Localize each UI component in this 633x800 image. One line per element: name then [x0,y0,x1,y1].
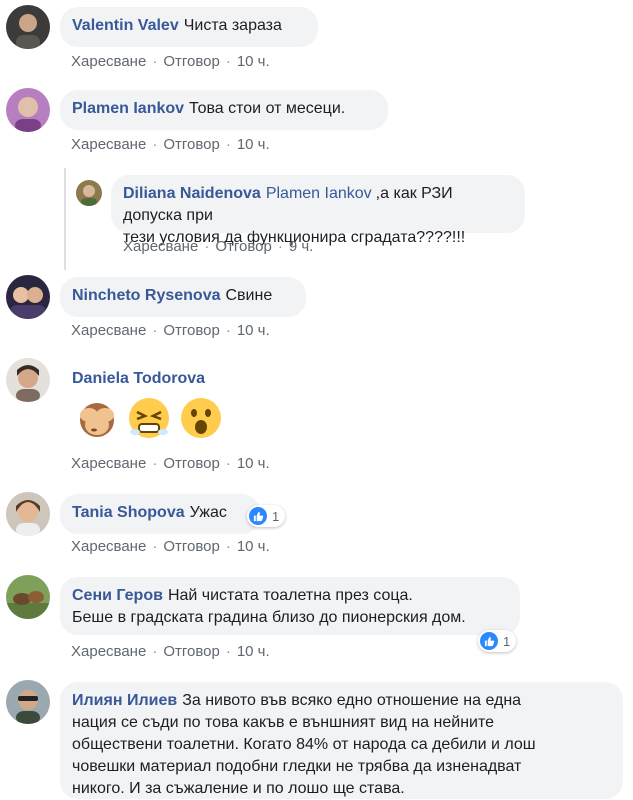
comment-text: обществени тоалетни. Когато 84% от народ… [72,736,536,753]
comment-actions: Харесване · Отговор · 10 ч. [71,322,270,339]
separator: · [204,238,210,255]
comment-text: Свине [225,287,273,304]
separator: · [225,136,231,153]
mention-link[interactable]: Plamen Iankov [266,185,372,202]
comment-line-1: Илиян Илиев За нивото във всяко едно отно… [72,690,611,712]
comment-actions: Харесване · Отговор · 9 ч. [123,238,313,255]
reply-link[interactable]: Отговор [163,643,220,660]
separator: · [152,136,158,153]
persevering-face-icon [129,398,169,438]
comment-time[interactable]: 10 ч. [237,538,270,555]
reply-link[interactable]: Отговор [215,238,272,255]
reply-link[interactable]: Отговор [163,538,220,555]
comment-text: Най чистата тоалетна през соца. [167,587,413,604]
comment-bubble: Valentin Valev Чиста зараза [60,7,318,47]
separator: · [277,238,283,255]
comment-bubble: Илиян Илиев За нивото във всяко едно отно… [60,682,623,799]
like-link[interactable]: Харесване [71,322,146,339]
comment-time[interactable]: 10 ч. [237,322,270,339]
separator: · [152,322,158,339]
avatar[interactable] [76,180,102,206]
comment-line-1: Сени Геров Най чистата тоалетна през соца… [72,585,508,607]
reply-thread-line [64,168,66,270]
avatar[interactable] [6,492,50,536]
comment-actions: Харесване · Отговор · 10 ч. [71,53,270,70]
comment-text: Чиста зараза [183,17,282,34]
comment-bubble: Plamen Iankov Това стои от месеци. [60,90,388,130]
separator: · [225,538,231,555]
comment-author[interactable]: Илиян Илиев [72,692,177,709]
avatar[interactable] [6,88,50,132]
comment-author[interactable]: Valentin Valev [72,17,179,34]
like-link[interactable]: Харесване [71,455,146,472]
comment-text: човешки материал подобни гледки не трябв… [72,758,522,775]
separator: · [225,643,231,660]
comment-bubble: Tania Shopova Ужас [60,494,260,534]
separator: · [225,53,231,70]
astonished-face-icon [181,398,221,438]
comment-actions: Харесване · Отговор · 10 ч. [71,643,270,660]
like-reaction-icon [480,632,498,650]
like-link[interactable]: Харесване [71,136,146,153]
separator: · [152,455,158,472]
comment-time[interactable]: 10 ч. [237,136,270,153]
comment-bubble: Nincheto Rysenova Свине [60,277,306,317]
separator: · [152,53,158,70]
reply-link[interactable]: Отговор [163,53,220,70]
see-no-evil-monkey-icon [80,403,114,437]
reaction-summary[interactable]: 1 [478,630,517,652]
separator: · [225,322,231,339]
comment-text: Това стои от месеци. [189,100,346,117]
avatar[interactable] [6,680,50,724]
reply-link[interactable]: Отговор [163,136,220,153]
comment-time[interactable]: 10 ч. [237,643,270,660]
avatar[interactable] [6,358,50,402]
comment-actions: Харесване · Отговор · 10 ч. [71,538,270,555]
comment-time[interactable]: 10 ч. [237,455,270,472]
avatar[interactable] [6,575,50,619]
like-link[interactable]: Харесване [123,238,198,255]
comment-author[interactable]: Nincheto Rysenova [72,287,220,304]
comment-author[interactable]: Сени Геров [72,587,163,604]
comment-author[interactable]: Diliana Naidenova [123,185,261,202]
comment-text: Ужас [189,504,227,521]
comment-author[interactable]: Daniela Todorova [72,370,205,388]
separator: · [152,643,158,660]
reaction-summary[interactable]: 1 [247,505,286,527]
comment-text: За нивото във всяко едно отношение на ед… [182,692,522,709]
like-link[interactable]: Харесване [71,53,146,70]
like-reaction-icon [249,507,267,525]
avatar[interactable] [6,5,50,49]
avatar[interactable] [6,275,50,319]
comment-bubble: Сени Геров Най чистата тоалетна през соца… [60,577,520,635]
comment-actions: Харесване · Отговор · 10 ч. [71,455,270,472]
comment-time[interactable]: 10 ч. [237,53,270,70]
comment-text: никого. И за съжаление и по лошо ще став… [72,780,405,797]
reply-line-1: Diliana Naidenova Plamen Iankov ,а как РЗИ… [123,183,513,227]
reaction-count: 1 [272,508,280,524]
reply-bubble: Diliana Naidenova Plamen Iankov ,а как РЗИ… [111,175,525,246]
comment-actions: Харесване · Отговор · 10 ч. [71,136,270,153]
emoji-row [75,396,223,440]
separator: · [225,455,231,472]
comment-author[interactable]: Plamen Iankov [72,100,184,117]
like-link[interactable]: Харесване [71,538,146,555]
comment-author[interactable]: Tania Shopova [72,504,185,521]
reply-link[interactable]: Отговор [163,455,220,472]
comment-text: нация се съди по това какъв е външният в… [72,714,495,731]
comment-text: Беше в градската градина близо до пионер… [72,609,466,626]
reply-link[interactable]: Отговор [163,322,220,339]
like-link[interactable]: Харесване [71,643,146,660]
reaction-count: 1 [503,633,511,649]
separator: · [152,538,158,555]
comment-time[interactable]: 9 ч. [289,238,314,255]
